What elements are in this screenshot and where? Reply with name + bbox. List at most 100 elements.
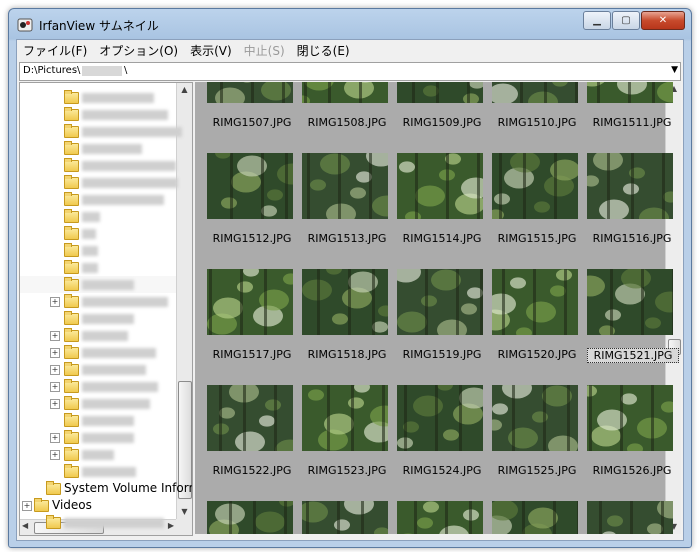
thumbnail-item[interactable]: RIMG1509.JPG (397, 82, 487, 137)
folder-icon (64, 311, 79, 325)
redacted-folder-name (82, 416, 134, 426)
tree-item[interactable]: + (20, 378, 176, 395)
tree-item[interactable] (20, 412, 176, 429)
tree-item[interactable] (20, 463, 176, 480)
scroll-down-icon[interactable]: ▼ (177, 505, 192, 519)
thumbnail-photo (397, 501, 483, 534)
tree-item[interactable] (20, 174, 178, 191)
path-combobox[interactable]: D:\Pictures\ \ ▼ (19, 62, 681, 81)
tree-item[interactable]: + (20, 327, 176, 344)
scroll-corner (176, 519, 192, 535)
folder-icon (34, 498, 49, 512)
tree-item[interactable] (20, 191, 176, 208)
expand-icon[interactable]: + (50, 348, 60, 358)
menu-stop[interactable]: 中止(S) (238, 42, 291, 59)
tree-item[interactable] (20, 514, 176, 531)
thumbnail-area[interactable]: ▲ ▼ RIMG1507.JPG RIMG1508.JPG RIMG1509.JPG… (195, 82, 681, 534)
thumbnail-photo (587, 269, 673, 335)
thumbnail-item[interactable]: RIMG1516.JPG (587, 153, 677, 253)
tree-item[interactable] (20, 242, 176, 259)
redacted-folder-name (82, 467, 136, 477)
thumbnail-item[interactable]: RIMG1522.JPG (207, 385, 297, 485)
thumbnail-item[interactable]: RIMG1511.JPG (587, 82, 677, 137)
tree-item[interactable] (20, 140, 176, 157)
thumbnail-item-partial[interactable] (492, 501, 582, 534)
close-icon: ✕ (658, 15, 668, 26)
tree-item[interactable] (20, 157, 176, 174)
thumbnail-item[interactable]: RIMG1524.JPG (397, 385, 487, 485)
expand-icon[interactable]: + (50, 365, 60, 375)
expand-icon[interactable]: + (22, 501, 32, 511)
tree-item[interactable]: + (20, 344, 176, 361)
expand-icon[interactable]: + (50, 450, 60, 460)
thumbnail-item[interactable]: RIMG1507.JPG (207, 82, 297, 137)
close-button[interactable]: ✕ (641, 11, 685, 30)
tree-item[interactable]: + (20, 429, 176, 446)
tree-item-system-volume[interactable]: System Volume Inform (20, 480, 192, 497)
thumbnail-item[interactable]: RIMG1517.JPG (207, 269, 297, 369)
redacted-folder-name (82, 212, 100, 222)
thumbnail-item[interactable]: RIMG1513.JPG (302, 153, 392, 253)
scroll-up-icon[interactable]: ▲ (177, 83, 192, 97)
tree-item[interactable] (20, 208, 176, 225)
tree-item[interactable] (20, 106, 176, 123)
thumbnail-photo (397, 153, 483, 219)
thumbnail-item[interactable]: RIMG1525.JPG (492, 385, 582, 485)
menu-file[interactable]: ファイル(F) (17, 42, 93, 59)
thumbnail-item[interactable]: RIMG1521.JPG (587, 269, 679, 369)
thumbnail-filename: RIMG1511.JPG (592, 116, 672, 129)
maximize-button[interactable]: ▢ (612, 11, 640, 30)
thumbnail-item[interactable]: RIMG1518.JPG (302, 269, 392, 369)
redacted-folder-name (82, 246, 98, 256)
tree-item[interactable] (20, 89, 176, 106)
tree-item[interactable]: + (20, 446, 176, 463)
tree-item[interactable]: + (20, 293, 176, 310)
tree-item[interactable]: + (20, 361, 176, 378)
thumbnail-item[interactable]: RIMG1526.JPG (587, 385, 677, 485)
thumbnail-item[interactable]: RIMG1515.JPG (492, 153, 582, 253)
thumbnail-item-partial[interactable] (302, 501, 392, 534)
redacted-folder-name (82, 280, 134, 290)
redacted-folder-name (82, 365, 146, 375)
thumbnail-photo (492, 385, 578, 451)
thumbnail-filename: RIMG1509.JPG (402, 116, 482, 129)
folder-icon (64, 260, 79, 274)
menu-close[interactable]: 閉じる(E) (291, 42, 356, 59)
menu-options[interactable]: オプション(O) (93, 42, 184, 59)
tree-item[interactable] (20, 310, 176, 327)
thumbnail-item[interactable]: RIMG1514.JPG (397, 153, 487, 253)
thumbnail-item[interactable]: RIMG1510.JPG (492, 82, 582, 137)
tree-item[interactable]: + (20, 395, 176, 412)
tree-vertical-scrollbar[interactable]: ▲ ▼ (176, 83, 192, 519)
thumbnail-filename: RIMG1516.JPG (592, 232, 672, 245)
folder-tree[interactable]: ▲ ▼ ◀ ▶ + + + + + + + + System Volume Inform + Vid… (19, 82, 193, 536)
tree-item[interactable] (20, 123, 182, 140)
redacted-folder-name (82, 161, 176, 171)
expand-icon[interactable]: + (50, 382, 60, 392)
redacted-folder-name (82, 178, 178, 188)
path-suffix: \ (124, 65, 128, 76)
expand-icon[interactable]: + (50, 399, 60, 409)
tree-item[interactable] (20, 276, 176, 293)
tree-item-videos[interactable]: + Videos (20, 497, 176, 514)
thumbnail-item-partial[interactable] (587, 501, 677, 534)
tree-item[interactable] (20, 259, 176, 276)
thumbnail-item-partial[interactable] (207, 501, 297, 534)
menu-view[interactable]: 表示(V) (184, 42, 238, 59)
expand-icon[interactable]: + (50, 297, 60, 307)
redacted-folder-name (82, 229, 96, 239)
tree-item[interactable] (20, 225, 176, 242)
dropdown-icon[interactable]: ▼ (671, 65, 678, 75)
expand-icon[interactable]: + (50, 433, 60, 443)
expand-icon[interactable]: + (50, 331, 60, 341)
thumbnail-photo (587, 385, 673, 451)
thumbnail-item[interactable]: RIMG1512.JPG (207, 153, 297, 253)
minimize-button[interactable]: ▁ (583, 11, 611, 30)
thumbnail-item-partial[interactable] (397, 501, 487, 534)
title-bar[interactable]: IrfanView サムネイル ▁ ▢ ✕ (9, 9, 691, 39)
thumbnail-item[interactable]: RIMG1508.JPG (302, 82, 392, 137)
thumbnail-item[interactable]: RIMG1519.JPG (397, 269, 487, 369)
thumbnail-item[interactable]: RIMG1523.JPG (302, 385, 392, 485)
folder-icon (64, 107, 79, 121)
thumbnail-item[interactable]: RIMG1520.JPG (492, 269, 582, 369)
